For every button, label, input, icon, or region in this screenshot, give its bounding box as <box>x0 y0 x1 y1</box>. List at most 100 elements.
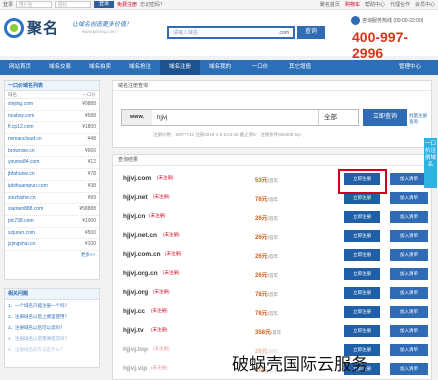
sidebar-row-domain[interactable]: xiamen888.com <box>8 204 43 215</box>
sidebar-row-domain[interactable]: xinzhishe.cn <box>8 193 36 204</box>
related-item[interactable]: 3、注册域名以后可以卖吗？ <box>5 322 99 333</box>
sidebar-row[interactable]: xinjing.com ¥9888 <box>5 99 99 111</box>
add-to-list-button[interactable]: 加入清单 <box>390 211 428 223</box>
nav-item-snap[interactable]: 域名抢注 <box>120 60 160 75</box>
result-price-unit: /首年 <box>271 330 282 335</box>
sidebar-row-domain[interactable]: brownise.cn <box>8 146 35 157</box>
sidebar-row-domain[interactable]: ipbihuanqrun.com <box>8 181 48 192</box>
sidebar-row[interactable]: fl.cp12.com ¥1800 <box>5 122 99 135</box>
top-link-help[interactable]: 帮助中心 <box>365 1 385 8</box>
nav-item-home[interactable]: 网站首页 <box>0 60 40 75</box>
top-link-agent[interactable]: 代理合作 <box>390 1 410 8</box>
sidebar-row[interactable]: brownise.cn ¥966 <box>5 146 99 158</box>
logo-text[interactable]: 聚名 <box>27 17 59 38</box>
related-item[interactable]: 2、注册域名以后上哪里使用？ <box>5 311 99 322</box>
search-input[interactable]: 请输入域名 .com <box>167 26 295 39</box>
result-domain: hjjvj.net <box>123 194 148 201</box>
nav-item-trade[interactable]: 域名交易 <box>40 60 80 75</box>
sidebar-row-domain[interactable]: szjurun.com <box>8 228 35 239</box>
sidebar-row-price: ¥500 <box>84 229 96 236</box>
nav-item-auction[interactable]: 域名拍卖 <box>80 60 120 75</box>
www-prefix: www. <box>122 110 152 125</box>
site-url: www.juming.com <box>82 29 116 34</box>
register-button[interactable]: 立即注册 <box>344 230 380 242</box>
search-button[interactable]: 查询 <box>297 26 325 39</box>
bulk-query-link[interactable]: 批量注册查询 <box>409 113 431 125</box>
nav-item-register[interactable]: 域名注册 <box>160 60 200 75</box>
result-price: 26元/首年 <box>255 251 278 260</box>
domain-query-input[interactable]: hjjvj <box>152 115 318 121</box>
sidebar-row-domain[interactable]: ncabsy.com <box>8 111 34 122</box>
nav-item-other[interactable]: 其它增值 <box>280 60 320 75</box>
sidebar-row[interactable]: xiamen888.com ¥58888 <box>5 204 99 216</box>
sidebar-row[interactable]: ipbihuanqrun.com ¥38 <box>5 181 99 193</box>
add-to-list-button[interactable]: 加入清单 <box>390 306 428 318</box>
register-button[interactable]: 立即注册 <box>344 287 380 299</box>
suffix-select[interactable]: 全部 <box>318 110 358 125</box>
sidebar-row-domain[interactable]: fl.cp12.com <box>8 122 34 133</box>
add-to-list-button[interactable]: 加入清单 <box>390 268 428 280</box>
sidebar-row-price: ¥1800 <box>82 124 96 131</box>
related-item[interactable]: 5、注册域名的方法是什么？ <box>5 344 99 355</box>
related-title: 相关问题 <box>5 289 99 300</box>
result-price: 26元/首年 <box>255 270 278 279</box>
result-domain: hjjvj.tv <box>123 327 144 334</box>
result-price: 78元/首年 <box>255 289 278 298</box>
sidebar-row-domain[interactable]: youme84.com <box>8 157 39 168</box>
sidebar-row-price: ¥99 <box>87 194 96 201</box>
nav-item-fixed-price[interactable]: 一口价 <box>240 60 280 75</box>
related-item[interactable]: 4、注册域名以后需要提交吗？ <box>5 333 99 344</box>
top-link-member[interactable]: 会员中心 <box>415 1 435 8</box>
add-to-list-button[interactable]: 加入清单 <box>390 230 428 242</box>
result-price: 78元/首年 <box>255 194 278 203</box>
top-link-home[interactable]: 聚名首页 <box>320 1 340 8</box>
add-to-list-button[interactable]: 加入清单 <box>390 192 428 204</box>
sidebar-row[interactable]: xinzhishe.cn ¥99 <box>5 193 99 205</box>
username-input[interactable]: 用户名 <box>16 1 53 8</box>
register-button[interactable]: 立即注册 <box>344 306 380 318</box>
sidebar-row-domain[interactable]: jzjingshui.cn <box>8 239 35 250</box>
result-price-unit: /首年 <box>267 292 278 297</box>
query-button[interactable]: 立即查询 <box>363 109 407 126</box>
sidebar-row[interactable]: nvmancloud.cn ¥48 <box>5 134 99 146</box>
nav-item-mine[interactable]: 域名我的 <box>200 60 240 75</box>
related-item[interactable]: 1、一个域名只能注册一个吗？ <box>5 300 99 311</box>
sidebar-row[interactable]: jbfahuive.cn ¥78 <box>5 169 99 181</box>
result-row: hjjvj.net.cn (未注册) 26元/首年 立即注册 加入清单 <box>113 229 433 244</box>
nav-item-manage[interactable]: 管理中心 <box>382 60 438 75</box>
search-tld-select[interactable]: .com <box>278 30 289 36</box>
forgot-password-link[interactable]: 忘记密码？ <box>140 1 165 8</box>
add-to-list-button[interactable]: 加入清单 <box>390 249 428 261</box>
free-register-link[interactable]: 免费注册 <box>117 1 137 8</box>
register-button[interactable]: 立即注册 <box>344 211 380 223</box>
result-domain: hjjvj.com <box>123 175 152 182</box>
sidebar-row-domain[interactable]: xinjing.com <box>8 99 33 110</box>
header: 聚名 让域名创造更多价值！ www.juming.com 请输入域名 .com … <box>0 10 438 61</box>
side-register-tab[interactable]: 一口价注册域名 <box>424 138 437 188</box>
sidebar-col-domain: 域名 <box>8 92 17 97</box>
add-to-list-button[interactable]: 加入清单 <box>390 287 428 299</box>
add-to-list-button[interactable]: 加入清单 <box>390 173 428 185</box>
add-to-list-button[interactable]: 加入清单 <box>390 363 428 375</box>
register-button[interactable]: 立即注册 <box>344 249 380 261</box>
sidebar-row[interactable]: youme84.com ¥12 <box>5 157 99 170</box>
sidebar-more-link[interactable]: 更多>> <box>5 251 99 259</box>
login-button[interactable]: 登录 <box>94 1 115 8</box>
sidebar-row-domain[interactable]: pic738.com <box>8 216 34 227</box>
sidebar-columns: 域名 一口价 <box>5 91 99 99</box>
register-button[interactable]: 立即注册 <box>344 268 380 280</box>
sidebar-row-price: ¥688 <box>84 112 96 119</box>
result-domain: hjjvj.top <box>123 346 148 353</box>
main-nav: 网站首页 域名交易 域名拍卖 域名抢注 域名注册 域名我的 一口价 其它增值 管… <box>0 60 438 75</box>
sidebar-row[interactable]: szjurun.com ¥500 <box>5 228 99 240</box>
add-to-list-button[interactable]: 加入清单 <box>390 344 428 356</box>
add-to-list-button[interactable]: 加入清单 <box>390 325 428 337</box>
sidebar-row[interactable]: ncabsy.com ¥688 <box>5 111 99 123</box>
sidebar-row[interactable]: jzjingshui.cn ¥100 <box>5 239 99 251</box>
top-link-cart[interactable]: 购物车 <box>345 1 360 8</box>
sidebar-row-domain[interactable]: nvmancloud.cn <box>8 134 42 145</box>
register-button[interactable]: 立即注册 <box>344 325 380 337</box>
sidebar-row[interactable]: pic738.com ¥1000 <box>5 216 99 228</box>
sidebar-row-domain[interactable]: jbfahuive.cn <box>8 169 35 180</box>
password-input[interactable]: 密码 <box>55 1 92 8</box>
